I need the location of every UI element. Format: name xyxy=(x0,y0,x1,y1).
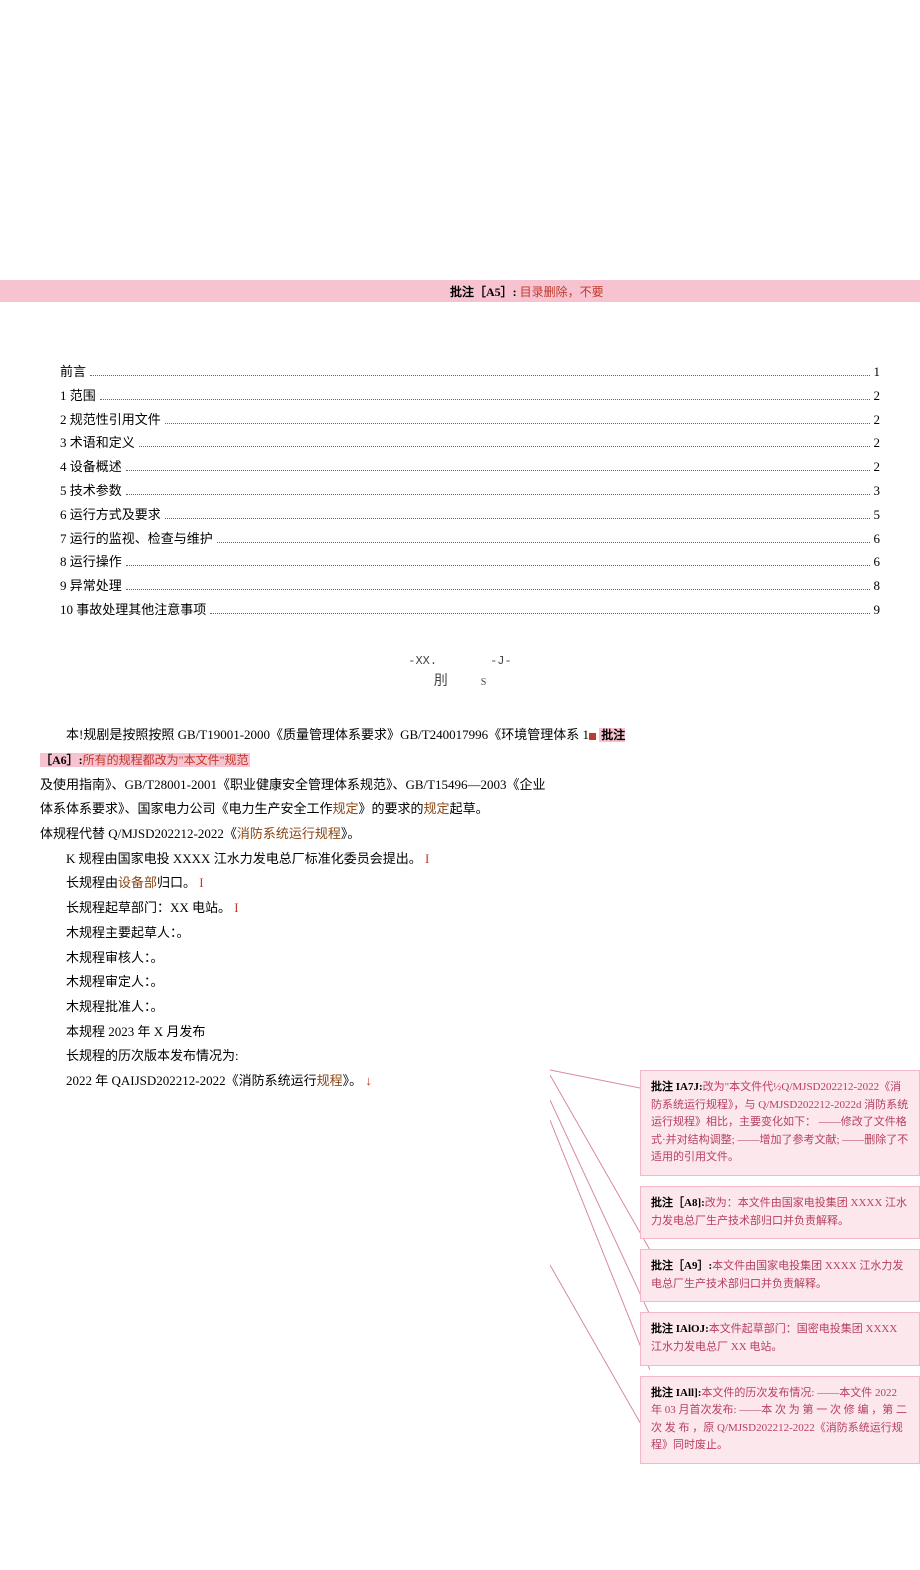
toc-label: 5 技术参数 xyxy=(60,481,122,502)
p1-pre: 本!规剧是按照按照 xyxy=(66,727,178,742)
toc-row: 7 运行的监视、检查与维护 6 xyxy=(60,529,880,550)
toc-page: 1 xyxy=(874,362,881,383)
toc-label: 6 运行方式及要求 xyxy=(60,505,161,526)
toc-row: 前言 1 xyxy=(60,362,880,383)
p3-end: 规定 xyxy=(424,801,450,816)
p3-qc: 起草。 xyxy=(450,801,489,816)
toc-dots xyxy=(139,446,870,447)
comment-head: 批注 IA7J: xyxy=(651,1081,703,1093)
li10: 2022 年 QAIJSD202212-2022《消防系统运行规程》。 ↓ xyxy=(40,1069,640,1094)
p3-pre: 体系体系要求》、国家电力公司《电力生产安全工作 xyxy=(40,801,333,816)
center-left: -XX. xyxy=(408,654,437,668)
toc-dots xyxy=(126,470,870,471)
p4-mid: 消防系统运行规程 xyxy=(237,826,341,841)
foreword-body: 本!规剧是按照按照 GB/T19001-2000《质量管理体系要求》GB/T24… xyxy=(40,723,640,1093)
li9: 长规程的历次版本发布情况为: xyxy=(40,1044,640,1069)
toc-page: 6 xyxy=(874,552,881,573)
toc-dots xyxy=(165,518,870,519)
toc-dots xyxy=(126,565,870,566)
comment-body: 改为"本文件代½Q/MJSD202212-2022《消防系统运行规程》，与 Q/… xyxy=(651,1081,908,1163)
p2: 及使用指南》、GB/T28001-2001《职业健康安全管理体系规范》、GB/T… xyxy=(40,773,640,798)
marker-icon xyxy=(589,733,596,740)
toc-row: 9 异常处理 8 xyxy=(60,576,880,597)
toc-dots xyxy=(126,494,870,495)
center-sub: S xyxy=(481,677,487,688)
toc-label: 1 范围 xyxy=(60,386,96,407)
toc-label: 3 术语和定义 xyxy=(60,433,135,454)
center-right: -J- xyxy=(490,654,512,668)
comment-head: 批注［A8]: xyxy=(651,1197,705,1209)
comment-box: 批注 IAll]:本文件的历次发布情况: ——本文件 2022 年 03 月首次… xyxy=(640,1376,920,1464)
p1-gb1: GB/T19001-2000 xyxy=(178,727,270,742)
toc-page: 5 xyxy=(874,505,881,526)
li7: 木规程批准人：。 xyxy=(40,995,640,1020)
toc-row: 5 技术参数 3 xyxy=(60,481,880,502)
toc-page: 8 xyxy=(874,576,881,597)
top-comment-bar: 批注［A5］: 目录删除，不要 xyxy=(0,280,920,302)
toc-label: 8 运行操作 xyxy=(60,552,122,573)
toc-label: 4 设备概述 xyxy=(60,457,122,478)
p4-pre: 体规程代替 Q/MJSD202212-2022《 xyxy=(40,826,237,841)
li8: 本规程 2023 年 X 月发布 xyxy=(40,1020,640,1045)
toc-row: 1 范围 2 xyxy=(60,386,880,407)
toc-row: 3 术语和定义 2 xyxy=(60,433,880,454)
toc-page: 2 xyxy=(874,386,881,407)
comment-box: 批注 IA7J:改为"本文件代½Q/MJSD202212-2022《消防系统运行… xyxy=(640,1070,920,1176)
toc-label: 10 事故处理其他注意事项 xyxy=(60,600,206,621)
comment-head: 批注 IAll]: xyxy=(651,1387,701,1399)
toc-label: 2 规范性引用文件 xyxy=(60,410,161,431)
toc-row: 8 运行操作 6 xyxy=(60,552,880,573)
li2: 长规程由设备部归口。 I xyxy=(40,871,640,896)
li6: 木规程审定人：。 xyxy=(40,970,640,995)
comment-box: 批注 IAlOJ:本文件起草部门：国密电投集团 XXXX 江水力发电总厂 XX … xyxy=(640,1312,920,1365)
toc-dots xyxy=(126,589,870,590)
toc-page: 9 xyxy=(874,600,881,621)
toc-row: 4 设备概述 2 xyxy=(60,457,880,478)
li4: 木规程主要起草人：。 xyxy=(40,921,640,946)
p3-mid: 规定 xyxy=(333,801,359,816)
toc-label: 9 异常处理 xyxy=(60,576,122,597)
p1-t1: 《质量管理体系要求》 xyxy=(270,727,400,742)
li1: K 规程由国家电投 XXXX 江水力发电总厂标准化委员会提出。 I xyxy=(40,847,640,872)
toc-page: 6 xyxy=(874,529,881,550)
li3: 长规程起草部门：XX 电站。 I xyxy=(40,896,640,921)
comment-a5-label: 批注［A5］: xyxy=(450,285,517,299)
comment-head: 批注［A9］: xyxy=(651,1260,712,1272)
p1-gb2: GB/T240017996 xyxy=(400,727,488,742)
comment-connectors xyxy=(550,1050,650,1570)
toc-row: 6 运行方式及要求 5 xyxy=(60,505,880,526)
toc-label: 前言 xyxy=(60,362,86,383)
toc-page: 3 xyxy=(874,481,881,502)
p4-post: 》。 xyxy=(341,826,361,841)
toc-page: 2 xyxy=(874,457,881,478)
li5: 木规程审核人：。 xyxy=(40,946,640,971)
a6-text: 所有的规程都改为"本文件"规范 xyxy=(83,753,249,767)
table-of-contents: 前言 1 1 范围 2 2 规范性引用文件 2 3 术语和定义 2 4 设备概述 2 5 技术参数 3… xyxy=(60,362,880,621)
comment-box: 批注［A8]:改为：本文件由国家电投集团 XXXX 江水力发电总厂生产技术部归口… xyxy=(640,1186,920,1239)
toc-dots xyxy=(90,375,869,376)
toc-dots xyxy=(210,613,869,614)
comment-box: 批注［A9］:本文件由国家电投集团 XXXX 江水力发电总厂生产技术部归口并负责… xyxy=(640,1249,920,1302)
toc-dots xyxy=(100,399,870,400)
toc-dots xyxy=(217,542,870,543)
comment-head: 批注 IAlOJ: xyxy=(651,1323,709,1335)
toc-row: 10 事故处理其他注意事项 9 xyxy=(60,600,880,621)
toc-row: 2 规范性引用文件 2 xyxy=(60,410,880,431)
center-mark: -XX. -J- 刖 S xyxy=(0,651,920,694)
toc-page: 2 xyxy=(874,433,881,454)
comment-panel: 批注 IA7J:改为"本文件代½Q/MJSD202212-2022《消防系统运行… xyxy=(640,1070,920,1474)
comment-a5-text: 目录删除，不要 xyxy=(520,285,604,299)
p3-post: 》的要求的 xyxy=(359,801,424,816)
p1-t2: 《环境管理体系 1 xyxy=(488,727,589,742)
toc-dots xyxy=(165,423,870,424)
toc-page: 2 xyxy=(874,410,881,431)
toc-label: 7 运行的监视、检查与维护 xyxy=(60,529,213,550)
center-mid: 刖 xyxy=(434,674,448,689)
